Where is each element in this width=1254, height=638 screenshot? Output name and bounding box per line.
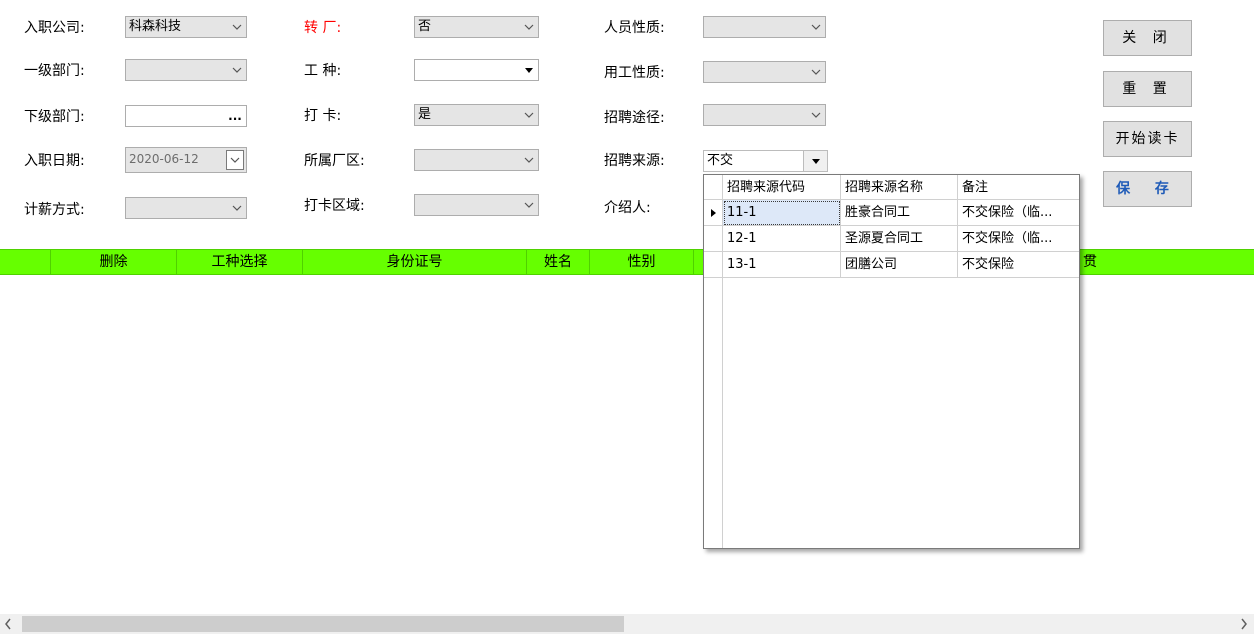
grid-header-row-indicator (0, 250, 51, 274)
dropdown-cell-note[interactable]: 不交保险 (958, 252, 1079, 278)
chevron-down-icon[interactable] (807, 62, 825, 82)
dropdown-cell-note[interactable]: 不交保险（临... (958, 200, 1079, 226)
dropdown-col-note: 备注 (962, 180, 989, 195)
punch-area-label: 打卡区域: (304, 198, 365, 214)
factory-label: 所属厂区: (304, 153, 365, 169)
read-card-button[interactable]: 开始读卡 (1103, 121, 1192, 157)
chevron-down-icon[interactable] (807, 105, 825, 125)
dropdown-cell-name[interactable]: 团膳公司 (841, 252, 958, 278)
chevron-down-icon[interactable] (520, 150, 538, 170)
worktype-label: 工 种: (304, 63, 342, 79)
punch-value: 是 (418, 107, 432, 122)
dropdown-indicator-divider (722, 278, 723, 548)
dropdown-row[interactable]: 12-1 圣源夏合同工 不交保险（临... (704, 226, 1079, 252)
punch-select[interactable]: 是 (414, 104, 539, 126)
transfer-select[interactable]: 否 (414, 16, 539, 38)
dropdown-row-indicator (704, 252, 723, 278)
employ-nature-select[interactable] (703, 61, 826, 83)
hire-date-label: 入职日期: (24, 153, 85, 169)
dropdown-cell-note[interactable]: 不交保险（临... (958, 226, 1079, 252)
company-label: 入职公司: (24, 20, 85, 36)
dropdown-header-indicator (704, 175, 723, 200)
calendar-dropdown-icon[interactable] (226, 150, 244, 170)
triangle-right-icon (704, 200, 723, 226)
close-button[interactable]: 关 闭 (1103, 20, 1192, 56)
salary-label: 计薪方式: (24, 202, 85, 218)
chevron-left-icon[interactable] (4, 618, 12, 634)
caret-down-icon[interactable] (803, 151, 827, 171)
caret-down-icon[interactable] (520, 60, 538, 80)
chevron-down-icon[interactable] (520, 105, 538, 125)
dropdown-row[interactable]: 13-1 团膳公司 不交保险 (704, 252, 1079, 278)
punch-label: 打 卡: (304, 108, 342, 124)
chevron-right-icon[interactable] (1240, 618, 1248, 634)
chevron-down-icon[interactable] (228, 60, 246, 80)
grid-col-gender[interactable]: 性别 (590, 250, 694, 274)
dropdown-col-name: 招聘来源名称 (841, 175, 958, 200)
dropdown-col-code: 招聘来源代码 (723, 175, 841, 200)
transfer-value: 否 (418, 19, 432, 34)
dropdown-cell-code[interactable]: 12-1 (723, 226, 841, 252)
hire-date-value: 2020-06-12 (129, 152, 199, 166)
employ-nature-label: 用工性质: (604, 65, 665, 81)
person-nature-label: 人员性质: (604, 20, 665, 36)
subdept-input[interactable]: ... (125, 105, 247, 127)
dropdown-cell-code[interactable]: 11-1 (723, 200, 841, 226)
dept1-select[interactable] (125, 59, 247, 81)
recruit-channel-select[interactable] (703, 104, 826, 126)
company-select[interactable]: 科森科技 (125, 16, 247, 38)
chevron-down-icon[interactable] (228, 17, 246, 37)
grid-col-worktype[interactable]: 工种选择 (177, 250, 303, 274)
chevron-down-icon[interactable] (520, 17, 538, 37)
recruit-source-select[interactable]: 不交 (703, 150, 828, 172)
chevron-down-icon[interactable] (807, 17, 825, 37)
person-nature-select[interactable] (703, 16, 826, 38)
worktype-select[interactable] (414, 59, 539, 81)
grid-col-idcard[interactable]: 身份证号 (303, 250, 527, 274)
salary-select[interactable] (125, 197, 247, 219)
ellipsis-button[interactable]: ... (224, 106, 246, 126)
dropdown-row[interactable]: 11-1 胜豪合同工 不交保险（临... (704, 200, 1079, 226)
hire-date-picker[interactable]: 2020-06-12 (125, 147, 247, 173)
punch-area-select[interactable] (414, 194, 539, 216)
company-value: 科森科技 (129, 19, 182, 34)
recruit-channel-label: 招聘途径: (604, 110, 665, 126)
chevron-down-icon[interactable] (520, 195, 538, 215)
save-button[interactable]: 保 存 (1103, 171, 1192, 207)
transfer-label: 转 厂: (304, 20, 342, 36)
factory-select[interactable] (414, 149, 539, 171)
scrollbar-thumb[interactable] (22, 616, 624, 632)
referrer-label: 介绍人: (604, 200, 651, 216)
subdept-label: 下级部门: (24, 109, 85, 125)
grid-col-name[interactable]: 姓名 (527, 250, 590, 274)
dropdown-cell-name[interactable]: 胜豪合同工 (841, 200, 958, 226)
dropdown-header: 招聘来源代码 招聘来源名称 备注 (704, 175, 1079, 200)
grid-col-delete[interactable]: 删除 (51, 250, 177, 274)
recruit-source-dropdown[interactable]: 招聘来源代码 招聘来源名称 备注 11-1 胜豪合同工 不交保险（临... 12… (703, 174, 1080, 549)
dropdown-row-indicator (704, 226, 723, 252)
reset-button[interactable]: 重 置 (1103, 71, 1192, 107)
recruit-source-value: 不交 (707, 153, 734, 168)
chevron-down-icon[interactable] (228, 198, 246, 218)
dropdown-cell-name[interactable]: 圣源夏合同工 (841, 226, 958, 252)
recruit-source-label: 招聘来源: (604, 153, 665, 169)
dropdown-cell-code[interactable]: 13-1 (723, 252, 841, 278)
horizontal-scrollbar[interactable] (0, 614, 1254, 634)
dept1-label: 一级部门: (24, 63, 85, 79)
grid-col-native-place[interactable]: 贯 (1080, 250, 1100, 274)
